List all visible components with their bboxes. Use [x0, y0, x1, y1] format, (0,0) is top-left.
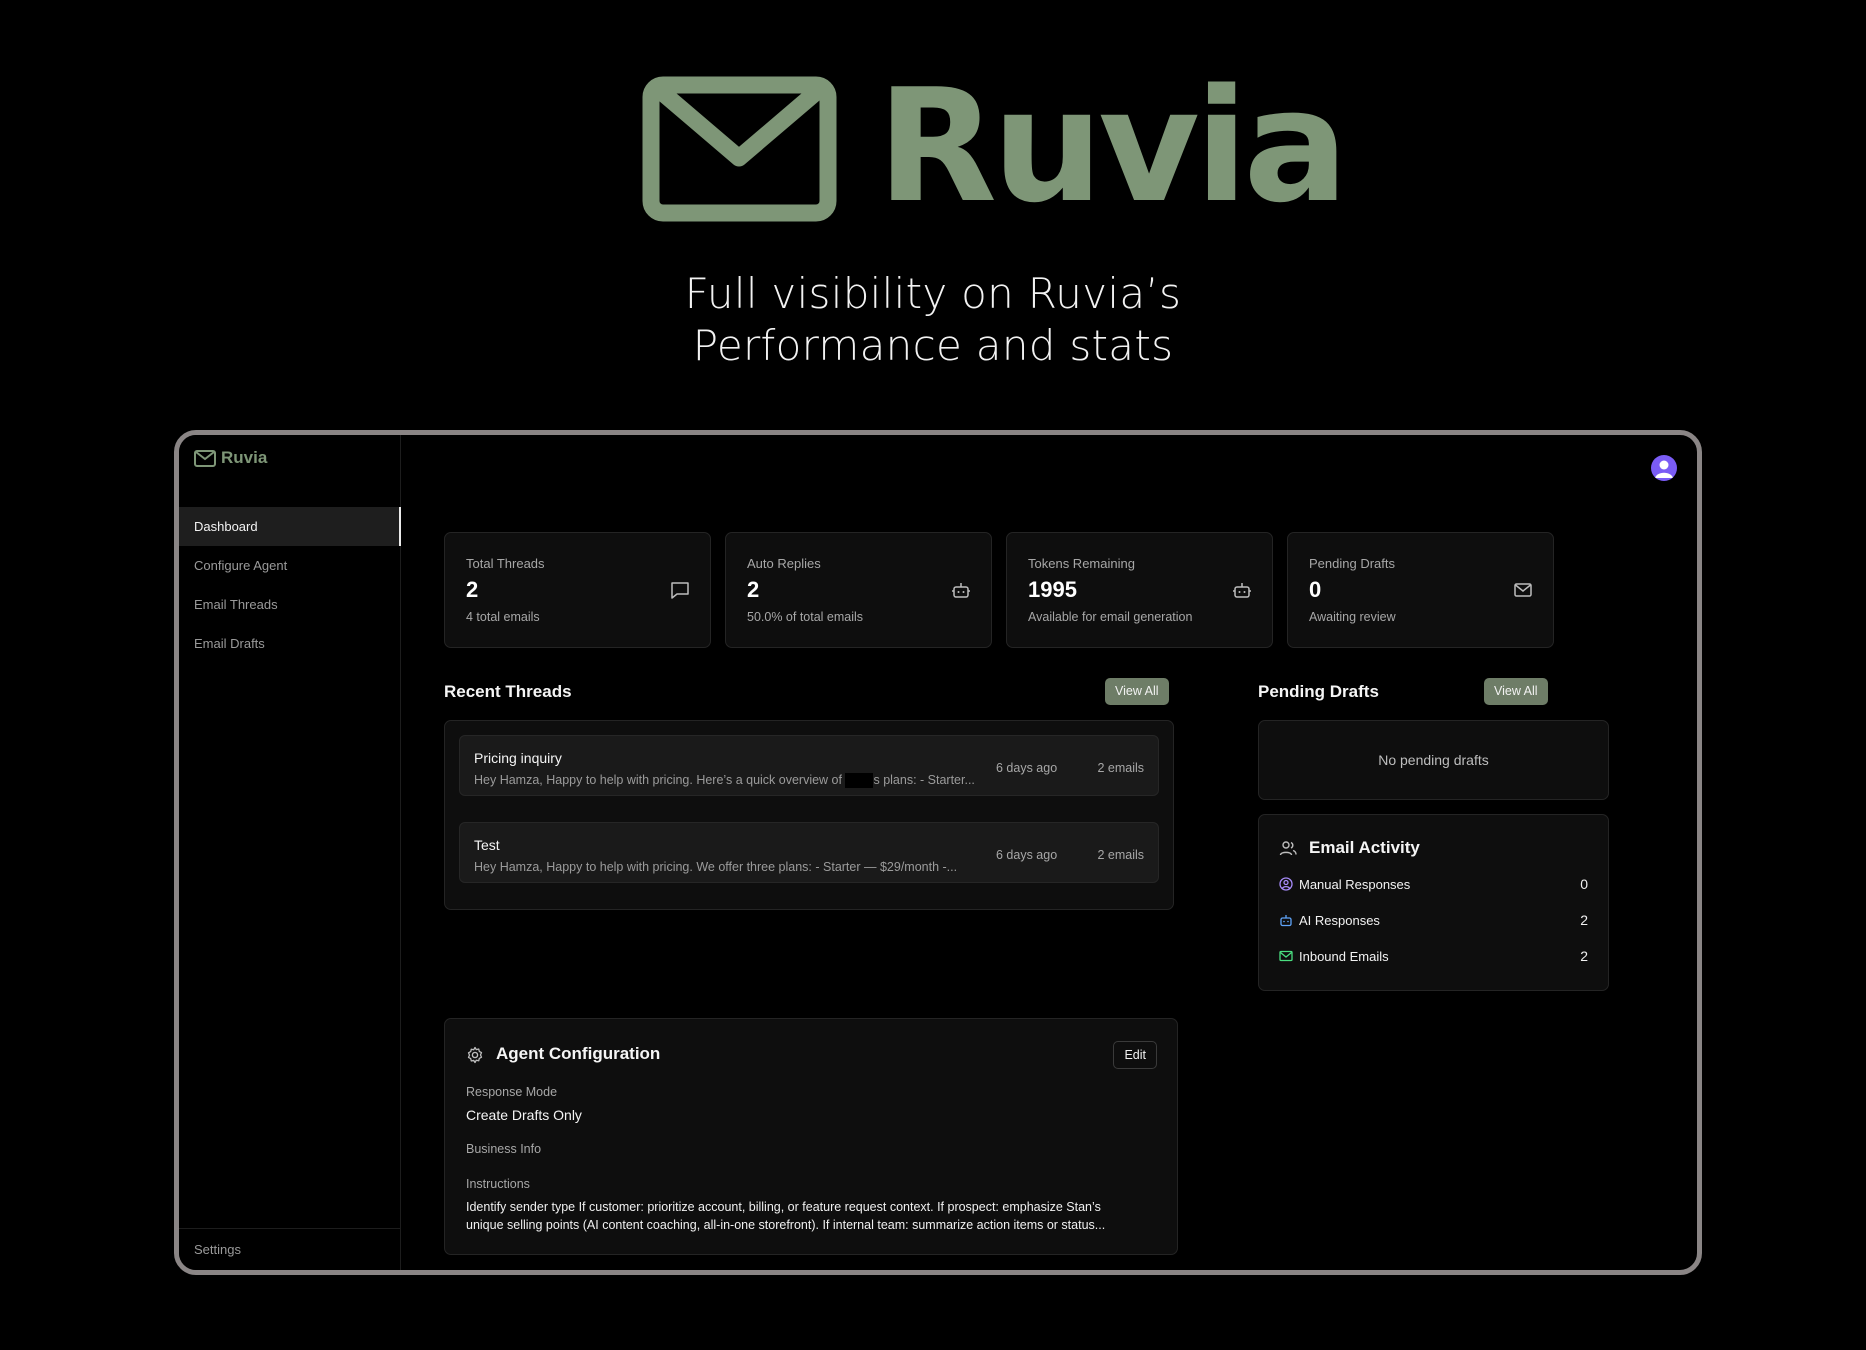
stat-subtext: 4 total emails	[466, 610, 540, 624]
activity-label: Inbound Emails	[1299, 948, 1389, 964]
agent-configuration-panel: Agent Configuration Edit Response Mode C…	[444, 1018, 1178, 1255]
email-activity-title: Email Activity	[1309, 838, 1420, 857]
sidebar-item-email-drafts[interactable]: Email Drafts	[179, 624, 401, 663]
sidebar-logo[interactable]: Ruvia	[194, 448, 267, 468]
sidebar: Ruvia Dashboard Configure Agent Email Th…	[179, 435, 401, 1270]
tagline-line-2: Performance and stats	[692, 321, 1174, 370]
stat-value: 0	[1309, 577, 1322, 602]
response-mode-label: Response Mode	[466, 1085, 558, 1099]
instructions-label: Instructions	[466, 1177, 530, 1191]
users-icon	[1279, 841, 1297, 856]
stat-card-tokens-remaining: Tokens Remaining 1995 Available for emai…	[1006, 532, 1273, 648]
thread-time: 6 days ago	[996, 761, 1058, 775]
business-info-label: Business Info	[466, 1142, 542, 1156]
stat-value: 2	[747, 577, 760, 602]
stat-subtext: Available for email generation	[1028, 610, 1193, 624]
stat-subtext: Awaiting review	[1309, 610, 1396, 624]
instructions-text: Identify sender type If customer: priori…	[466, 1200, 1106, 1232]
gear-icon	[467, 1046, 483, 1064]
thread-email-count: 2 emails	[1097, 848, 1144, 862]
agent-configuration-title: Agent Configuration	[496, 1044, 661, 1063]
recent-threads-list: Pricing inquiry Hey Hamza, Happy to help…	[444, 720, 1174, 910]
bot-icon	[952, 583, 970, 598]
email-activity-panel: Email Activity Manual Responses 0 AI Res…	[1258, 814, 1609, 991]
mail-icon	[1514, 583, 1532, 597]
activity-row-inbound-emails: Inbound Emails 2	[1279, 946, 1588, 966]
mail-icon	[1279, 950, 1293, 962]
stat-card-auto-replies: Auto Replies 2 50.0% of total emails	[725, 532, 992, 648]
activity-row-ai-responses: AI Responses 2	[1279, 910, 1588, 930]
edit-button[interactable]: Edit	[1113, 1041, 1157, 1069]
activity-value: 2	[1580, 948, 1588, 964]
activity-row-manual-responses: Manual Responses 0	[1279, 874, 1588, 894]
pending-drafts-title: Pending Drafts	[1258, 682, 1379, 701]
thread-title: Pricing inquiry	[474, 750, 562, 766]
stat-label: Pending Drafts	[1309, 556, 1395, 571]
sidebar-item-dashboard[interactable]: Dashboard	[179, 507, 401, 546]
app-window: Ruvia Dashboard Configure Agent Email Th…	[174, 430, 1702, 1275]
thread-preview: Hey Hamza, Happy to help with pricing. W…	[474, 860, 958, 874]
thread-title: Test	[474, 837, 500, 853]
mail-icon	[642, 76, 837, 222]
pending-drafts-panel: No pending drafts	[1258, 720, 1609, 800]
redaction	[845, 773, 874, 789]
stat-label: Total Threads	[466, 556, 545, 571]
sidebar-item-email-threads[interactable]: Email Threads	[179, 585, 401, 624]
stat-subtext: 50.0% of total emails	[747, 610, 864, 624]
hero-tagline: Full visibility on Ruvia’s Performance a…	[0, 268, 1866, 372]
hero-brand: Ruvia	[877, 55, 1349, 237]
thread-row[interactable]: Test Hey Hamza, Happy to help with prici…	[459, 822, 1159, 883]
sidebar-item-settings[interactable]: Settings	[179, 1229, 401, 1270]
hero-logo: Ruvia	[642, 68, 1349, 224]
stat-card-pending-drafts: Pending Drafts 0 Awaiting review	[1287, 532, 1554, 648]
mail-icon	[194, 449, 216, 467]
user-icon	[1655, 460, 1673, 478]
stat-label: Auto Replies	[747, 556, 821, 571]
thread-row[interactable]: Pricing inquiry Hey Hamza, Happy to help…	[459, 735, 1159, 796]
pending-drafts-view-all-button[interactable]: View All	[1484, 678, 1548, 705]
pending-drafts-empty: No pending drafts	[1378, 752, 1489, 768]
sidebar-item-configure-agent[interactable]: Configure Agent	[179, 546, 401, 585]
recent-threads-title: Recent Threads	[444, 682, 572, 701]
stat-label: Tokens Remaining	[1028, 556, 1135, 571]
tagline-line-1: Full visibility on Ruvia’s	[684, 269, 1182, 318]
avatar[interactable]	[1651, 455, 1677, 481]
message-square-icon	[671, 582, 689, 599]
thread-preview: Hey Hamza, Happy to help with pricing. H…	[474, 773, 975, 789]
response-mode-value: Create Drafts Only	[466, 1107, 582, 1123]
sidebar-brand: Ruvia	[221, 448, 268, 467]
activity-label: Manual Responses	[1299, 876, 1411, 892]
thread-email-count: 2 emails	[1097, 761, 1144, 775]
activity-value: 2	[1580, 912, 1588, 928]
sidebar-nav: Dashboard Configure Agent Email Threads …	[179, 507, 401, 663]
activity-value: 0	[1580, 876, 1588, 892]
thread-time: 6 days ago	[996, 848, 1058, 862]
bot-icon	[1233, 583, 1251, 598]
user-circle-icon	[1279, 877, 1293, 891]
activity-label: AI Responses	[1299, 912, 1380, 928]
stat-card-total-threads: Total Threads 2 4 total emails	[444, 532, 711, 648]
bot-icon	[1280, 915, 1292, 927]
stat-value: 1995	[1028, 577, 1077, 602]
recent-threads-view-all-button[interactable]: View All	[1105, 678, 1169, 705]
stat-value: 2	[466, 577, 479, 602]
sidebar-footer: Settings	[179, 1228, 401, 1270]
